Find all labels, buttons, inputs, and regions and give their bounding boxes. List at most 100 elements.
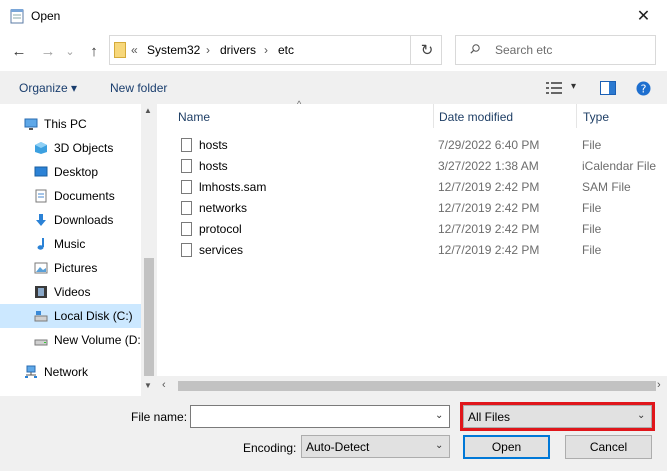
sidebar-item-label: This PC — [44, 117, 87, 131]
file-name: lmhosts.sam — [199, 180, 267, 194]
breadcrumb-etc[interactable]: etc — [278, 43, 294, 57]
refresh-icon[interactable]: ↻ — [410, 35, 443, 65]
view-dropdown-arrow-icon[interactable]: ▾ — [571, 81, 576, 92]
chevron-down-icon[interactable]: ⌄ — [435, 440, 443, 451]
scroll-right-arrow-icon[interactable]: › — [657, 379, 661, 391]
sidebar-item-label: Videos — [54, 285, 91, 299]
svg-text:?: ? — [641, 83, 647, 96]
sidebar-item-label: Desktop — [54, 165, 99, 179]
sidebar-item-label: Documents — [54, 189, 115, 203]
breadcrumb-separator[interactable]: › — [264, 43, 268, 57]
sidebar-item-label: Downloads — [54, 213, 114, 227]
search-input[interactable] — [455, 35, 656, 65]
sidebar-item-desktop[interactable]: Desktop — [0, 160, 141, 184]
network-icon — [25, 365, 37, 378]
file-date: 12/7/2019 2:42 PM — [438, 180, 540, 194]
desktop-icon — [34, 166, 48, 177]
file-type: iCalendar File — [582, 159, 657, 173]
help-icon[interactable]: ? — [636, 81, 651, 96]
folder-icon — [114, 42, 126, 58]
breadcrumb-separator[interactable]: › — [206, 43, 210, 57]
highlight-box — [460, 402, 655, 431]
file-row[interactable]: services 12/7/2019 2:42 PM File — [157, 240, 667, 261]
drive-icon — [34, 311, 48, 322]
file-icon — [181, 201, 192, 215]
column-divider[interactable] — [576, 104, 577, 128]
file-row[interactable]: protocol 12/7/2019 2:42 PM File — [157, 219, 667, 240]
file-name-input[interactable]: ⌄ — [190, 405, 450, 428]
close-button[interactable]: ✕ — [620, 0, 667, 31]
file-date: 12/7/2019 2:42 PM — [438, 222, 540, 236]
monitor-icon — [24, 118, 38, 130]
encoding-label: Encoding: — [243, 441, 297, 455]
sidebar-item-3d-objects[interactable]: 3D Objects — [0, 136, 141, 160]
file-name: services — [199, 243, 244, 257]
organize-button[interactable]: Organize ▾ — [19, 81, 77, 95]
scroll-down-arrow-icon[interactable]: ▼ — [144, 381, 152, 390]
window-title: Open — [31, 9, 61, 23]
file-name: hosts — [199, 138, 228, 152]
column-header-date-modified[interactable]: Date modified — [439, 110, 513, 124]
file-icon — [181, 138, 192, 152]
up-arrow-icon[interactable]: ↑ — [84, 41, 104, 61]
file-icon — [181, 159, 192, 173]
sidebar-item-network[interactable]: Network — [0, 360, 141, 384]
sidebar-item-pictures[interactable]: Pictures — [0, 256, 141, 280]
command-toolbar — [0, 71, 667, 104]
sidebar-item-music[interactable]: Music — [0, 232, 141, 256]
breadcrumb-overflow[interactable]: « — [131, 43, 138, 57]
recent-locations-chevron-icon[interactable]: ⌄ — [60, 41, 80, 61]
file-row[interactable]: hosts 3/27/2022 1:38 AM iCalendar File — [157, 156, 667, 177]
documents-icon — [35, 189, 47, 203]
column-divider[interactable] — [433, 104, 434, 128]
file-icon — [181, 222, 192, 236]
file-date: 12/7/2019 2:42 PM — [438, 243, 540, 257]
new-folder-button[interactable]: New folder — [110, 81, 167, 95]
file-date: 7/29/2022 6:40 PM — [438, 138, 540, 152]
file-type: File — [582, 222, 602, 236]
encoding-select[interactable]: Auto-Detect ⌄ — [301, 435, 450, 458]
notepad-icon — [10, 9, 24, 24]
file-icon — [181, 243, 192, 257]
sidebar-item-documents[interactable]: Documents — [0, 184, 141, 208]
chevron-down-icon[interactable]: ⌄ — [435, 410, 443, 421]
sidebar-item-videos[interactable]: Videos — [0, 280, 141, 304]
file-name: hosts — [199, 159, 228, 173]
file-row[interactable]: hosts 7/29/2022 6:40 PM File — [157, 135, 667, 156]
cancel-button[interactable]: Cancel — [565, 435, 652, 459]
horizontal-scrollbar-thumb[interactable] — [178, 381, 656, 391]
breadcrumb-system32[interactable]: System32 — [147, 43, 200, 57]
sidebar-item-label: New Volume (D: — [54, 333, 141, 347]
navigation-pane-scrollbar-thumb[interactable] — [144, 258, 154, 376]
file-date: 3/27/2022 1:38 AM — [438, 159, 539, 173]
encoding-value: Auto-Detect — [306, 440, 370, 454]
sidebar-item-this-pc[interactable]: This PC — [0, 112, 141, 136]
file-name: networks — [199, 201, 248, 215]
drive-icon — [34, 339, 48, 346]
sidebar-item-new-volume-d[interactable]: New Volume (D: — [0, 328, 141, 352]
file-row[interactable]: networks 12/7/2019 2:42 PM File — [157, 198, 667, 219]
file-type: File — [582, 201, 602, 215]
open-button[interactable]: Open — [463, 435, 550, 459]
sidebar-item-label: Network — [44, 365, 89, 379]
forward-arrow-icon[interactable]: → — [38, 41, 58, 61]
title-bar — [0, 0, 667, 31]
sidebar-item-downloads[interactable]: Downloads — [0, 208, 141, 232]
file-type: SAM File — [582, 180, 631, 194]
column-header-type[interactable]: Type — [583, 110, 609, 124]
scroll-left-arrow-icon[interactable]: ‹ — [162, 379, 166, 391]
preview-pane-icon[interactable] — [600, 81, 616, 95]
breadcrumb-drivers[interactable]: drivers — [220, 43, 256, 57]
file-name: protocol — [199, 222, 242, 236]
file-type: File — [582, 243, 602, 257]
file-type: File — [582, 138, 602, 152]
scroll-up-arrow-icon[interactable]: ▲ — [144, 106, 152, 115]
sidebar-item-label: Pictures — [54, 261, 98, 275]
view-options-icon[interactable] — [546, 82, 562, 94]
column-header-name[interactable]: Name — [178, 110, 210, 124]
sidebar-item-local-disk-c[interactable]: Local Disk (C:) — [0, 304, 141, 328]
back-arrow-icon[interactable]: ← — [9, 41, 29, 61]
search-placeholder: Search etc — [495, 43, 553, 57]
file-row[interactable]: lmhosts.sam 12/7/2019 2:42 PM SAM File — [157, 177, 667, 198]
file-date: 12/7/2019 2:42 PM — [438, 201, 540, 215]
